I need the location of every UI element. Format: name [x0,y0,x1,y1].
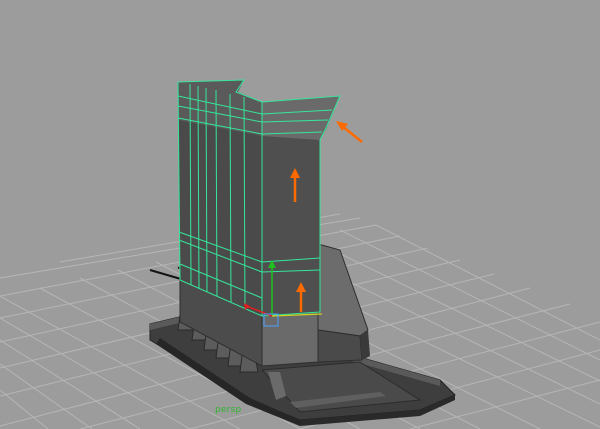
arrow-diagonal-icon [336,121,363,143]
perspective-viewport[interactable]: persp [0,0,600,429]
rear-support-mesh [317,243,370,363]
camera-name-label: persp [215,405,242,415]
viewport-scene[interactable] [0,0,600,429]
